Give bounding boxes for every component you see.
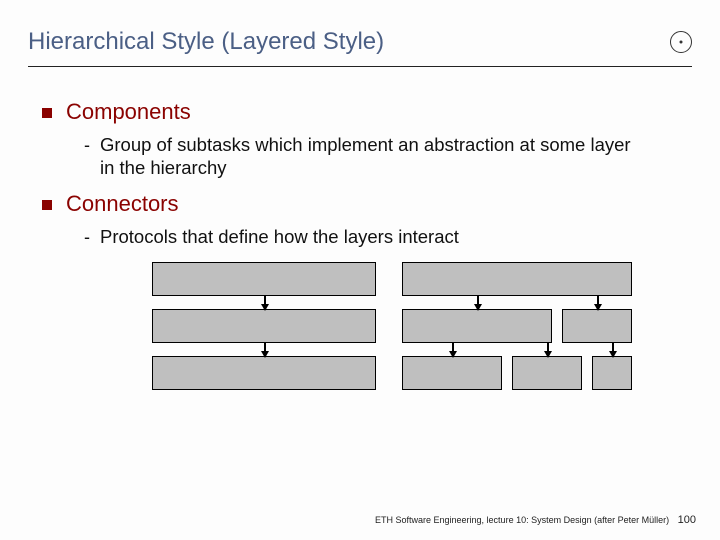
layer-box [402,262,632,296]
right-layer-stack [402,262,632,390]
subitem-text: Protocols that define how the layers int… [100,225,459,248]
subitem-connectors: - Protocols that define how the layers i… [84,225,692,248]
layer-box [592,356,632,390]
dash-bullet-icon: - [84,227,90,248]
layer-box [152,309,376,343]
subitem-text: Group of subtasks which implement an abs… [100,133,650,179]
slide-title: Hierarchical Style (Layered Style) [28,28,384,56]
bullet-connectors: Connectors [42,191,692,217]
eth-logo-icon [670,31,692,53]
subitem-components: - Group of subtasks which implement an a… [84,133,692,179]
layer-box [152,356,376,390]
footer: ETH Software Engineering, lecture 10: Sy… [375,514,696,526]
layer-diagrams [42,262,692,390]
layer-box [562,309,632,343]
bullet-components: Components [42,99,692,125]
arrow-icon [477,295,479,310]
footer-text: ETH Software Engineering, lecture 10: Sy… [375,515,669,525]
arrow-icon [264,342,266,357]
bullet-heading: Connectors [66,191,179,217]
left-layer-stack [152,262,376,390]
arrow-icon [547,342,549,357]
content-area: Components - Group of subtasks which imp… [0,67,720,390]
arrow-icon [612,342,614,357]
arrow-icon [452,342,454,357]
dash-bullet-icon: - [84,135,90,156]
arrow-icon [264,295,266,310]
square-bullet-icon [42,200,52,210]
square-bullet-icon [42,108,52,118]
layer-box [402,356,502,390]
bullet-heading: Components [66,99,191,125]
page-number: 100 [678,514,696,526]
arrow-icon [597,295,599,310]
layer-box [512,356,582,390]
layer-box [402,309,552,343]
layer-box [152,262,376,296]
